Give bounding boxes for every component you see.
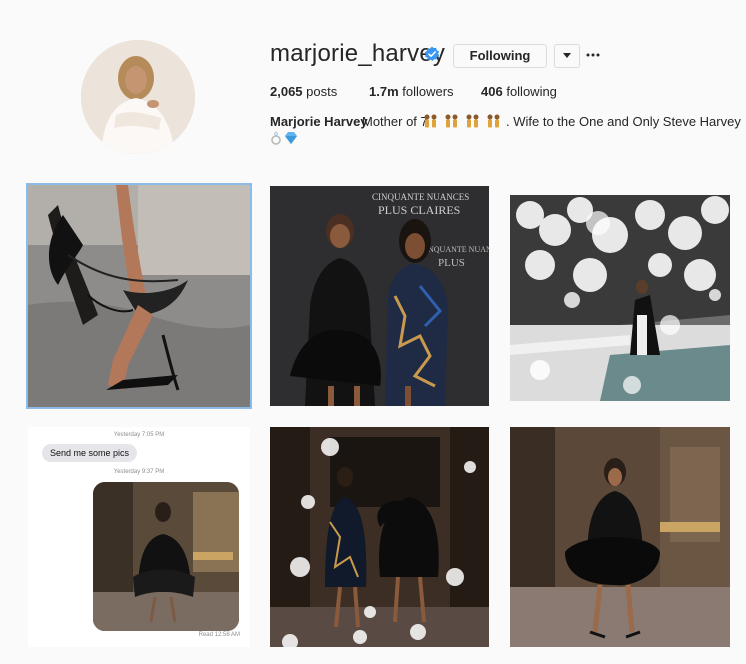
message-photo-image bbox=[93, 482, 239, 631]
post-tile-1[interactable] bbox=[26, 183, 252, 409]
gem-emoji-icon bbox=[285, 132, 297, 144]
posts-stat: 2,065 posts bbox=[270, 84, 337, 99]
msg-timestamp-2: Yesterday 9:37 PM bbox=[113, 469, 165, 475]
suggestions-dropdown-button[interactable] bbox=[554, 44, 580, 68]
following-button[interactable]: Following bbox=[453, 44, 547, 68]
followers-count: 1.7m bbox=[369, 84, 399, 99]
ring-emoji-icon bbox=[271, 131, 281, 145]
chevron-down-icon bbox=[563, 53, 571, 58]
post-tile-5[interactable] bbox=[270, 427, 489, 647]
msg-timestamp-1: Yesterday 7:05 PM bbox=[113, 432, 165, 438]
more-options-icon[interactable] bbox=[585, 48, 601, 62]
bio-emoji-group bbox=[271, 131, 297, 145]
followers-stat[interactable]: 1.7m followers bbox=[369, 84, 454, 99]
backdrop-brand-b: PLUS CLAIRES bbox=[378, 203, 460, 217]
bio-text-a: Mother of 7 bbox=[362, 114, 428, 129]
post-image-event: CINQUANTE NUANCES PLUS CLAIRES CINQUANTE… bbox=[270, 186, 489, 406]
message-bubble: Send me some pics bbox=[42, 444, 138, 462]
backdrop-brand-d: PLUS bbox=[438, 257, 465, 269]
following-stat[interactable]: 406 following bbox=[481, 84, 557, 99]
bio-name: Marjorie Harvey bbox=[270, 114, 368, 129]
post-image-interior bbox=[510, 427, 730, 647]
post-tile-2[interactable]: CINQUANTE NUANCES PLUS CLAIRES CINQUANTE… bbox=[270, 186, 489, 406]
post-tile-3[interactable] bbox=[510, 195, 730, 401]
backdrop-brand-a: CINQUANTE NUANCES bbox=[372, 192, 469, 202]
following-label: following bbox=[506, 84, 557, 99]
posts-count: 2,065 bbox=[270, 84, 303, 99]
message-photo bbox=[93, 482, 239, 631]
bio-text-b: . Wife to the One and Only Steve Harvey bbox=[506, 114, 741, 129]
post-image-walking bbox=[270, 427, 489, 647]
profile-avatar[interactable] bbox=[81, 40, 195, 154]
profile-username: marjorie_harvey bbox=[270, 40, 446, 67]
post-image-snow bbox=[510, 195, 730, 401]
post-image-shoes bbox=[28, 185, 250, 407]
verified-badge-icon bbox=[424, 46, 440, 61]
people-emoji-icon bbox=[424, 114, 500, 128]
avatar-image bbox=[81, 40, 195, 154]
post-tile-6[interactable] bbox=[510, 427, 730, 647]
followers-label: followers bbox=[402, 84, 454, 99]
bio-emoji-line bbox=[270, 131, 298, 150]
msg-read-receipt: Read 12:58 AM bbox=[198, 632, 240, 638]
post-tile-4[interactable]: Yesterday 7:05 PM Send me some pics Yest… bbox=[28, 427, 250, 647]
posts-label: posts bbox=[306, 84, 338, 99]
following-count: 406 bbox=[481, 84, 503, 99]
